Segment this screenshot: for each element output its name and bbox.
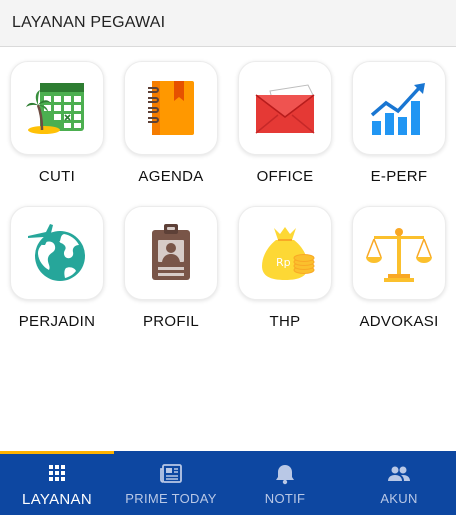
scales-justice-icon (366, 228, 432, 282)
tile-perjadin[interactable]: PERJADIN (0, 192, 114, 337)
bottom-nav: LAYANAN PRIME TODAY NOTIF AKUN (0, 451, 456, 515)
nav-item-akun[interactable]: AKUN (342, 451, 456, 515)
nav-label: LAYANAN (22, 491, 92, 508)
page-title: LAYANAN PEGAWAI (12, 14, 166, 31)
tile-label: AGENDA (138, 168, 204, 185)
tile-label: PERJADIN (18, 313, 96, 330)
service-grid: CUTI AGENDA OFFICE E-PERF PERJADIN PROFI… (0, 47, 456, 337)
svg-text:Rp: Rp (276, 256, 291, 269)
tile-icon-box (10, 206, 104, 300)
people-icon (388, 466, 410, 481)
nav-label: AKUN (380, 491, 418, 506)
grid-icon (49, 465, 65, 481)
tile-label: CUTI (38, 168, 76, 185)
tile-cuti[interactable]: CUTI (0, 47, 114, 192)
tile-icon-box (352, 61, 446, 155)
nav-item-prime-today[interactable]: PRIME TODAY (114, 451, 228, 515)
tile-profil[interactable]: PROFIL (114, 192, 228, 337)
nav-label: PRIME TODAY (125, 491, 217, 506)
tile-thp[interactable]: Rp THP (228, 192, 342, 337)
calendar-beach-icon (26, 83, 84, 134)
tile-e-perf[interactable]: E-PERF (342, 47, 456, 192)
nav-item-layanan[interactable]: LAYANAN (0, 451, 114, 515)
nav-label: NOTIF (264, 491, 306, 506)
newspaper-icon (160, 464, 182, 483)
mail-envelope-icon (255, 84, 315, 134)
tile-label: PROFIL (143, 313, 199, 330)
tile-icon-box (238, 61, 332, 155)
bar-chart-growth-icon (370, 83, 425, 135)
tile-icon-box (124, 206, 218, 300)
nav-item-notif[interactable]: NOTIF (228, 451, 342, 515)
id-badge-icon (152, 224, 190, 280)
tile-label: OFFICE (256, 168, 314, 185)
tile-icon-box: Rp (238, 206, 332, 300)
globe-plane-icon (28, 224, 85, 281)
tile-office[interactable]: OFFICE (228, 47, 342, 192)
tile-icon-box (124, 61, 218, 155)
tile-advokasi[interactable]: ADVOKASI (342, 192, 456, 337)
tile-icon-box (10, 61, 104, 155)
tile-icon-box (352, 206, 446, 300)
tile-agenda[interactable]: AGENDA (114, 47, 228, 192)
tile-label: E-PERF (370, 168, 428, 185)
app-header: LAYANAN PEGAWAI (0, 0, 456, 47)
agenda-book-icon (148, 81, 194, 135)
tile-label: ADVOKASI (359, 313, 439, 330)
bell-icon (276, 465, 294, 485)
tile-label: THP (269, 313, 301, 330)
money-bag-icon: Rp (262, 227, 315, 280)
